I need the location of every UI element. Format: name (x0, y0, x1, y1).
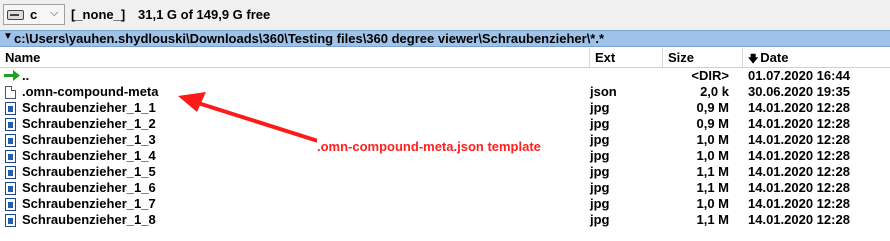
image-file-icon (5, 214, 16, 227)
image-file-icon (5, 134, 16, 147)
image-file-icon (5, 182, 16, 195)
file-row[interactable]: Schraubenzieher_1_1 jpg 0,9 M 14.01.2020… (0, 100, 890, 116)
up-arrow-icon (4, 70, 20, 81)
drive-label: [_none_] (71, 7, 126, 22)
image-file-icon (5, 150, 16, 163)
column-header-date[interactable]: 🡇 Date (743, 48, 890, 67)
file-row[interactable]: Schraubenzieher_1_2 jpg 0,9 M 14.01.2020… (0, 116, 890, 132)
image-file-icon (5, 118, 16, 131)
history-chevron-icon[interactable]: ▼ (3, 31, 13, 42)
drive-selector[interactable]: c ⌵ (3, 4, 65, 25)
annotation-label: .omn-compound-meta.json template (317, 139, 541, 154)
drive-letter: c (30, 7, 38, 22)
file-row[interactable]: .omn-compound-meta json 2,0 k 30.06.2020… (0, 84, 890, 100)
drive-free-space: 31,1 G of 149,9 G free (138, 7, 271, 22)
column-header-size[interactable]: Size (663, 48, 743, 67)
file-row-parent-dir[interactable]: .. <DIR> 01.07.2020 16:44 (0, 68, 890, 84)
drive-bar: c ⌵ [_none_] 31,1 G of 149,9 G free (0, 0, 890, 30)
file-row[interactable]: Schraubenzieher_1_5 jpg 1,1 M 14.01.2020… (0, 164, 890, 180)
image-file-icon (5, 198, 16, 211)
sort-descending-icon: 🡇 (748, 54, 759, 65)
column-header: Name Ext Size 🡇 Date (0, 48, 890, 68)
column-header-name[interactable]: Name (0, 48, 590, 67)
file-row[interactable]: Schraubenzieher_1_7 jpg 1,0 M 14.01.2020… (0, 196, 890, 212)
column-header-ext[interactable]: Ext (590, 48, 663, 67)
chevron-down-icon: ⌵ (50, 7, 59, 19)
image-file-icon (5, 102, 16, 115)
path-bar[interactable]: ▼ c:\Users\yauhen.shydlouski\Downloads\3… (0, 30, 890, 47)
hard-drive-icon (7, 10, 24, 20)
file-row[interactable]: Schraubenzieher_1_6 jpg 1,1 M 14.01.2020… (0, 180, 890, 196)
current-path: c:\Users\yauhen.shydlouski\Downloads\360… (14, 31, 605, 46)
image-file-icon (5, 166, 16, 179)
document-icon (5, 86, 16, 99)
file-row[interactable]: Schraubenzieher_1_8 jpg 1,1 M 14.01.2020… (0, 212, 890, 228)
